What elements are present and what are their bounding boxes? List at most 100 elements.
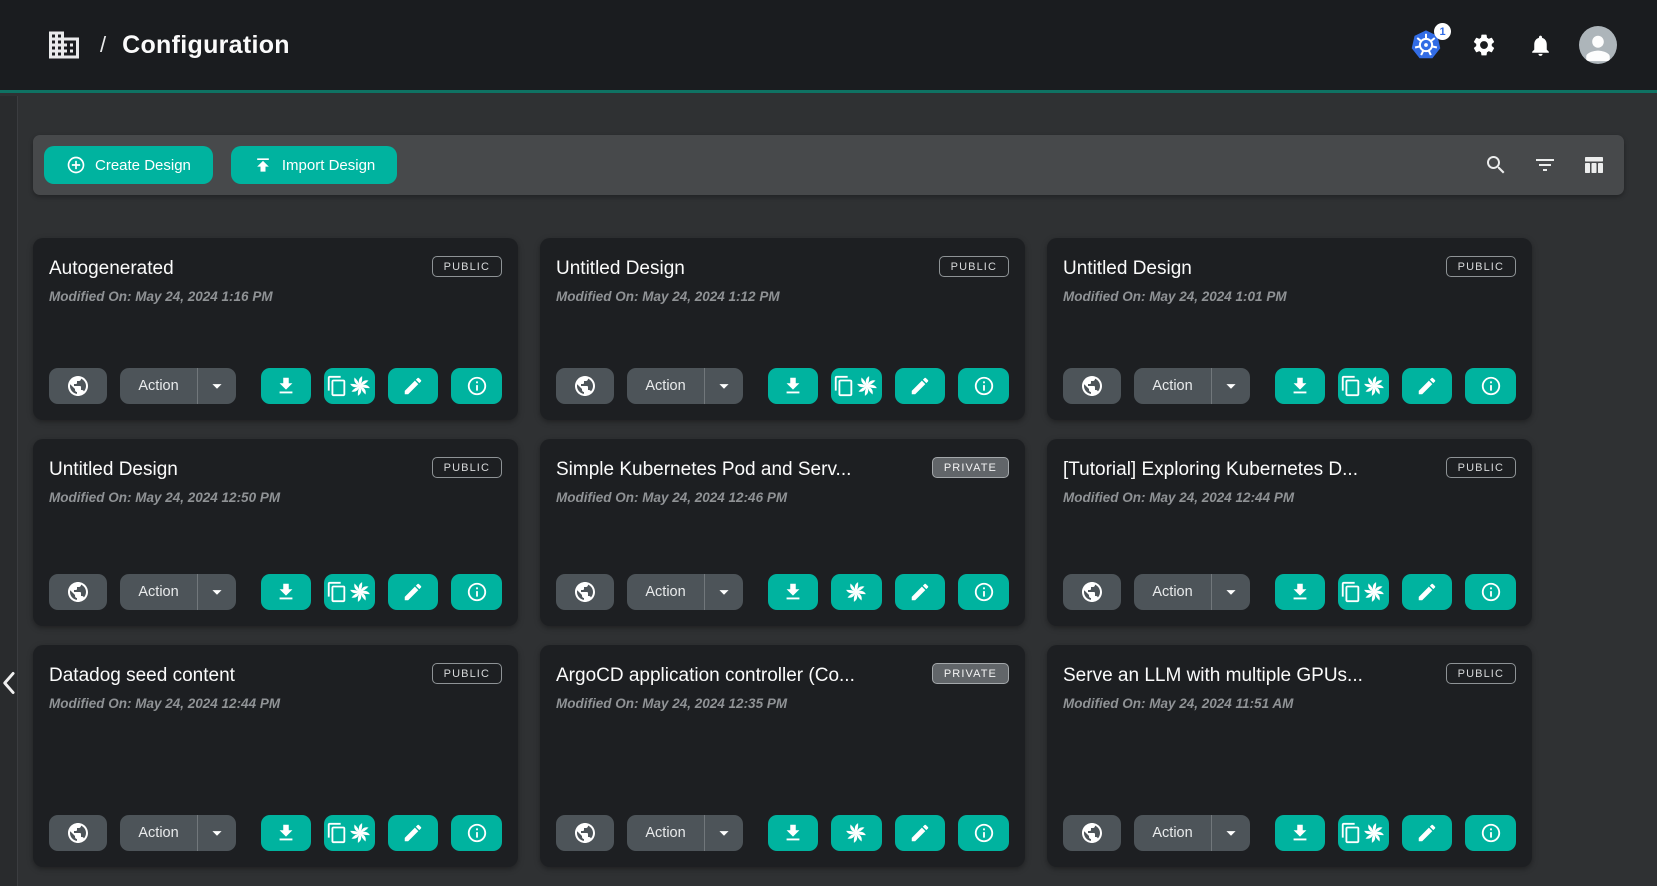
design-card: Autogenerated PUBLIC Modified On: May 24… [33, 238, 518, 420]
publish-globe-button[interactable] [556, 815, 614, 851]
action-button[interactable]: Action [1134, 368, 1211, 404]
pencil-icon [1416, 375, 1438, 397]
notifications-button[interactable] [1523, 28, 1557, 62]
publish-globe-button[interactable] [1063, 368, 1121, 404]
download-button[interactable] [768, 574, 819, 610]
meshery-design-button[interactable] [831, 574, 882, 610]
collapsed-sidebar-strip [0, 96, 18, 886]
meshery-swirl-icon [855, 374, 879, 398]
action-button[interactable]: Action [627, 368, 704, 404]
edit-button[interactable] [388, 368, 439, 404]
clone-button[interactable] [1338, 574, 1389, 610]
modified-on-text: Modified On: May 24, 2024 12:44 PM [49, 696, 502, 711]
info-icon [1480, 375, 1502, 397]
info-button[interactable] [958, 574, 1009, 610]
action-split-button: Action [627, 574, 742, 610]
pencil-icon [909, 375, 931, 397]
chevron-left-icon [1, 671, 18, 695]
create-design-button[interactable]: Create Design [44, 146, 213, 184]
clone-button[interactable] [1338, 368, 1389, 404]
copy-icon [326, 822, 348, 844]
edit-button[interactable] [1402, 574, 1453, 610]
settings-button[interactable] [1467, 28, 1501, 62]
action-dropdown-toggle[interactable] [705, 574, 743, 610]
download-button[interactable] [1275, 368, 1326, 404]
action-button[interactable]: Action [627, 574, 704, 610]
publish-globe-button[interactable] [1063, 815, 1121, 851]
visibility-badge: PUBLIC [432, 663, 502, 684]
toolbar-right [1482, 151, 1608, 179]
download-button[interactable] [768, 368, 819, 404]
action-dropdown-toggle[interactable] [198, 815, 236, 851]
action-button[interactable]: Action [120, 815, 197, 851]
edit-button[interactable] [1402, 815, 1453, 851]
user-avatar[interactable] [1579, 26, 1617, 64]
table-view-button[interactable] [1580, 151, 1608, 179]
design-title: [Tutorial] Exploring Kubernetes D... [1063, 455, 1358, 481]
modified-on-text: Modified On: May 24, 2024 11:51 AM [1063, 696, 1516, 711]
action-dropdown-toggle[interactable] [705, 815, 743, 851]
action-button[interactable]: Action [120, 574, 197, 610]
edit-button[interactable] [1402, 368, 1453, 404]
info-button[interactable] [1465, 574, 1516, 610]
filter-button[interactable] [1531, 151, 1559, 179]
download-button[interactable] [1275, 815, 1326, 851]
building-icon [46, 27, 82, 63]
download-button[interactable] [261, 574, 312, 610]
action-dropdown-toggle[interactable] [1212, 574, 1250, 610]
download-button[interactable] [261, 368, 312, 404]
action-dropdown-toggle[interactable] [198, 574, 236, 610]
info-button[interactable] [1465, 368, 1516, 404]
action-button[interactable]: Action [120, 368, 197, 404]
modified-on-text: Modified On: May 24, 2024 1:16 PM [49, 289, 502, 304]
info-button[interactable] [451, 574, 502, 610]
meshery-swirl-icon [1362, 580, 1386, 604]
action-button[interactable]: Action [1134, 815, 1211, 851]
action-button[interactable]: Action [1134, 574, 1211, 610]
visibility-badge: PRIVATE [932, 457, 1009, 478]
publish-globe-button[interactable] [49, 368, 107, 404]
edit-button[interactable] [895, 574, 946, 610]
clone-button[interactable] [831, 368, 882, 404]
kubernetes-context-button[interactable]: 1 [1407, 27, 1445, 63]
download-button[interactable] [261, 815, 312, 851]
sidebar-collapse-toggle[interactable] [1, 668, 18, 698]
modified-on-text: Modified On: May 24, 2024 12:44 PM [1063, 490, 1516, 505]
publish-globe-button[interactable] [49, 815, 107, 851]
action-dropdown-toggle[interactable] [198, 368, 236, 404]
edit-button[interactable] [895, 368, 946, 404]
action-dropdown-toggle[interactable] [705, 368, 743, 404]
publish-globe-button[interactable] [1063, 574, 1121, 610]
search-button[interactable] [1482, 151, 1510, 179]
info-button[interactable] [958, 368, 1009, 404]
info-button[interactable] [1465, 815, 1516, 851]
design-card: Untitled Design PUBLIC Modified On: May … [540, 238, 1025, 420]
clone-button[interactable] [324, 574, 375, 610]
info-button[interactable] [451, 368, 502, 404]
design-title: ArgoCD application controller (Co... [556, 661, 855, 687]
action-dropdown-toggle[interactable] [1212, 368, 1250, 404]
globe-icon [1080, 580, 1104, 604]
card-head: Untitled Design PUBLIC [1063, 254, 1516, 280]
publish-globe-button[interactable] [556, 368, 614, 404]
publish-globe-button[interactable] [49, 574, 107, 610]
visibility-badge: PUBLIC [1446, 663, 1516, 684]
caret-down-icon [1220, 375, 1242, 397]
clone-button[interactable] [324, 815, 375, 851]
download-button[interactable] [768, 815, 819, 851]
clone-button[interactable] [1338, 815, 1389, 851]
modified-on-text: Modified On: May 24, 2024 12:35 PM [556, 696, 1009, 711]
edit-button[interactable] [388, 574, 439, 610]
meshery-design-button[interactable] [831, 815, 882, 851]
import-design-button[interactable]: Import Design [231, 146, 397, 184]
edit-button[interactable] [895, 815, 946, 851]
edit-button[interactable] [388, 815, 439, 851]
clone-button[interactable] [324, 368, 375, 404]
design-card: Datadog seed content PUBLIC Modified On:… [33, 645, 518, 867]
action-dropdown-toggle[interactable] [1212, 815, 1250, 851]
info-button[interactable] [451, 815, 502, 851]
info-button[interactable] [958, 815, 1009, 851]
action-button[interactable]: Action [627, 815, 704, 851]
publish-globe-button[interactable] [556, 574, 614, 610]
download-button[interactable] [1275, 574, 1326, 610]
